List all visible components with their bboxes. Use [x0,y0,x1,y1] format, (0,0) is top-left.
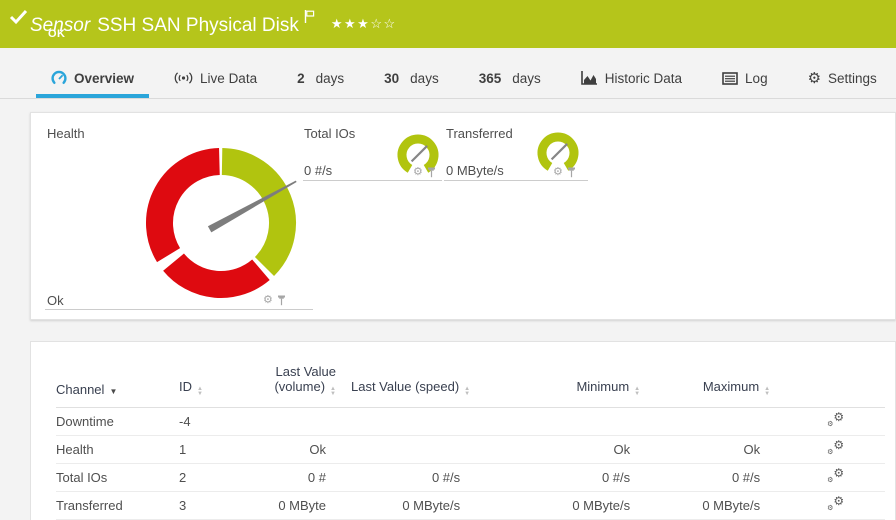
transferred-gauge-actions: ⚙ [553,167,576,178]
tab-2-days[interactable]: 2 days [282,62,359,98]
table-row[interactable]: Downtime -4 ⚙ ⚙ [56,407,886,436]
cell-min [485,407,656,436]
cell-channel: Downtime [56,407,179,436]
channel-settings-gears-icon[interactable]: ⚙ ⚙ [826,467,844,484]
table-row[interactable]: Total IOs 2 0 # 0 #/s 0 #/s 0 #/s ⚙ ⚙ [56,463,886,492]
stars-filled-icon: ★★★ [330,16,371,31]
total-ios-gauge-label: Total IOs [304,126,356,141]
channel-table-panel: Channel ▼ ID ▲ ▼ Last Value (volume) ▲ ▼ Last … [30,341,896,520]
cell-id: -4 [179,407,241,436]
gauge-needle [550,143,568,161]
col-header-actions [785,342,886,408]
tab-live-data[interactable]: Live Data [159,62,272,98]
gear-icon[interactable]: ⚙ [413,167,423,178]
cell-channel: Transferred [56,491,179,520]
cell-max: 0 MByte/s [655,491,786,520]
gauge-needle [410,145,428,163]
status-badge: OK [48,28,66,40]
col-header-last-value-speed[interactable]: Last Value (speed) ▲ ▼ [351,342,486,408]
tab-365-days[interactable]: 365 days [464,62,556,98]
tab-overview[interactable]: Overview [36,62,150,98]
total-ios-block-underline [303,180,442,181]
sort-icon: ▲ ▼ [764,386,771,397]
broadcast-icon [174,72,193,84]
transferred-gauge-label: Transferred [446,126,513,141]
col-header-id[interactable]: ID ▲ ▼ [179,342,241,408]
cell-volume: 0 MByte [241,491,351,520]
col-header-last-value-volume[interactable]: Last Value (volume) ▲ ▼ [241,342,351,408]
priority-stars[interactable]: ★★★☆☆ [331,16,397,31]
health-gauge-value: Ok [47,293,64,308]
cell-speed: 0 MByte/s [351,491,486,520]
transferred-gauge-value: 0 MByte/s [446,163,504,178]
channel-settings-gears-icon[interactable]: ⚙ ⚙ [826,495,844,512]
cell-min: Ok [485,435,656,464]
tab-historic-data[interactable]: Historic Data [566,62,697,98]
cell-speed [351,435,486,464]
total-ios-gauge-actions: ⚙ [413,167,436,178]
sort-icon: ▲ ▼ [634,386,641,397]
sorted-desc-icon: ▼ [109,387,118,396]
tab-settings[interactable]: ⚙ Settings [793,62,892,98]
cell-id: 3 [179,491,241,520]
log-list-icon [722,71,738,85]
pin-icon[interactable] [567,167,576,178]
tab-bar: Overview Live Data 2 days 30 days 365 days … [0,48,896,99]
gauge-icon [51,70,67,84]
transferred-block-underline [444,180,588,181]
cell-min: 0 #/s [485,463,656,492]
area-chart-icon [580,71,597,85]
gear-icon[interactable]: ⚙ [553,167,563,178]
channel-settings-gears-icon[interactable]: ⚙ ⚙ [826,411,844,428]
cell-volume: Ok [241,435,351,464]
gear-icon[interactable]: ⚙ [263,295,273,306]
cell-max [655,407,786,436]
gear-icon: ⚙ [807,69,822,87]
cell-volume: 0 # [241,463,351,492]
cell-channel: Health [56,435,179,464]
sort-icon: ▲ ▼ [197,386,203,397]
col-header-channel[interactable]: Channel ▼ [56,342,179,408]
sort-icon: ▲ ▼ [464,386,471,397]
pin-icon[interactable] [277,295,286,306]
health-block-underline [45,309,313,310]
sensor-title-bar: Sensor SSH SAN Physical Disk ★★★☆☆ OK [0,0,896,48]
tab-log[interactable]: Log [707,62,783,98]
cell-id: 1 [179,435,241,464]
col-header-minimum[interactable]: Minimum ▲ ▼ [485,342,656,408]
table-header-row: Channel ▼ ID ▲ ▼ Last Value (volume) ▲ ▼ Last … [56,342,886,408]
cell-min: 0 MByte/s [485,491,656,520]
tab-30-days[interactable]: 30 days [369,62,454,98]
cell-speed [351,407,486,436]
pin-icon[interactable] [427,167,436,178]
channel-table: Channel ▼ ID ▲ ▼ Last Value (volume) ▲ ▼ Last … [56,342,886,520]
cell-max: 0 #/s [655,463,786,492]
overview-gauges-panel: Health Ok ⚙ Total IOs 0 #/s ⚙ Transferre… [30,112,896,320]
health-gauge [146,148,297,298]
cell-volume [241,407,351,436]
health-gauge-actions: ⚙ [263,295,286,306]
cell-channel: Total IOs [56,463,179,492]
table-row[interactable]: Transferred 3 0 MByte 0 MByte/s 0 MByte/… [56,491,886,520]
channel-settings-gears-icon[interactable]: ⚙ ⚙ [826,439,844,456]
flag-icon[interactable] [304,7,315,29]
col-header-maximum[interactable]: Maximum ▲ ▼ [655,342,786,408]
total-ios-gauge-value: 0 #/s [304,163,333,178]
sort-icon: ▲ ▼ [330,386,336,397]
cell-id: 2 [179,463,241,492]
stars-empty-icon: ☆☆ [370,16,397,31]
sensor-name: SSH SAN Physical Disk [97,15,299,36]
cell-speed: 0 #/s [351,463,486,492]
cell-max: Ok [655,435,786,464]
status-ok-check-icon [9,8,28,30]
table-row[interactable]: Health 1 Ok Ok Ok ⚙ ⚙ [56,435,886,464]
page-title: Sensor SSH SAN Physical Disk ★★★☆☆ [30,7,397,37]
health-gauge-label: Health [47,126,85,141]
